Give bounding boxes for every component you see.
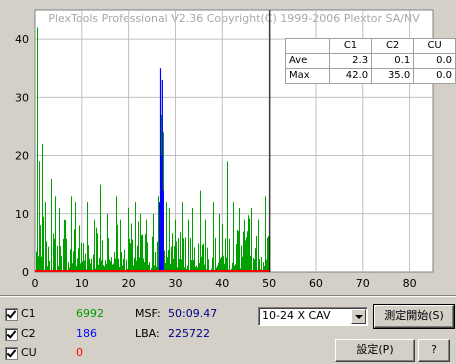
cu-label: CU — [21, 346, 37, 359]
stats-max-cu: 0.0 — [413, 68, 456, 84]
x-tick-label: 10 — [75, 277, 89, 290]
y-tick-label: 40 — [15, 33, 29, 46]
x-tick-label: 80 — [403, 277, 417, 290]
y-tick-label: 30 — [15, 91, 29, 104]
stats-header-c1: C1 — [328, 38, 373, 54]
start-measurement-button[interactable]: 測定開始(S) — [373, 304, 455, 329]
x-tick-label: 60 — [309, 277, 323, 290]
y-tick-label: 20 — [15, 150, 29, 163]
y-tick-label: 10 — [15, 208, 29, 221]
stats-table: C1 C2 CU Ave 2.3 0.1 0.0 Max 42.0 35.0 0… — [285, 38, 456, 84]
c1-label: C1 — [21, 307, 36, 320]
stats-ave-c1: 2.3 — [328, 53, 373, 69]
stats-row-label: Max — [285, 68, 330, 84]
x-tick-label: 40 — [215, 277, 229, 290]
stats-ave-c2: 0.1 — [371, 53, 415, 69]
stats-ave-cu: 0.0 — [413, 53, 456, 69]
chart-title: PlexTools Professional V2.36 Copyright(C… — [48, 12, 420, 25]
stats-row-max: Max 42.0 35.0 0.0 — [285, 68, 456, 84]
c1-count: 6992 — [76, 307, 104, 320]
lba-value: 225722 — [168, 327, 210, 340]
x-tick-label: 70 — [356, 277, 370, 290]
lba-label: LBA: — [135, 327, 160, 340]
msf-label: MSF: — [135, 307, 161, 320]
c1-checkbox[interactable] — [5, 308, 18, 321]
stats-row-ave: Ave 2.3 0.1 0.0 — [285, 53, 456, 69]
scan-chart-panel: PlexTools Professional V2.36 Copyright(C… — [0, 0, 456, 294]
chevron-down-icon[interactable] — [351, 309, 366, 324]
y-tick-label: 0 — [22, 266, 29, 279]
settings-button[interactable]: 設定(P) — [335, 339, 415, 362]
stats-header-row: C1 C2 CU — [285, 38, 456, 54]
stats-max-c2: 35.0 — [371, 68, 415, 84]
help-button[interactable]: ? — [418, 339, 450, 362]
stats-header-c2: C2 — [371, 38, 415, 54]
c2-count: 186 — [76, 327, 97, 340]
x-tick-label: 50 — [262, 277, 276, 290]
speed-select[interactable]: 10-24 X CAV — [258, 307, 368, 326]
panel-divider — [0, 295, 456, 297]
speed-select-value: 10-24 X CAV — [262, 309, 331, 322]
x-tick-label: 30 — [168, 277, 182, 290]
stats-max-c1: 42.0 — [328, 68, 373, 84]
stats-corner — [285, 38, 330, 54]
stats-header-cu: CU — [413, 38, 456, 54]
cu-count: 0 — [76, 346, 83, 359]
c2-label: C2 — [21, 327, 36, 340]
cu-checkbox[interactable] — [5, 347, 18, 360]
x-tick-label: 0 — [32, 277, 39, 290]
stats-row-label: Ave — [285, 53, 330, 69]
msf-value: 50:09.47 — [168, 307, 218, 320]
x-tick-label: 20 — [122, 277, 136, 290]
c2-checkbox[interactable] — [5, 328, 18, 341]
